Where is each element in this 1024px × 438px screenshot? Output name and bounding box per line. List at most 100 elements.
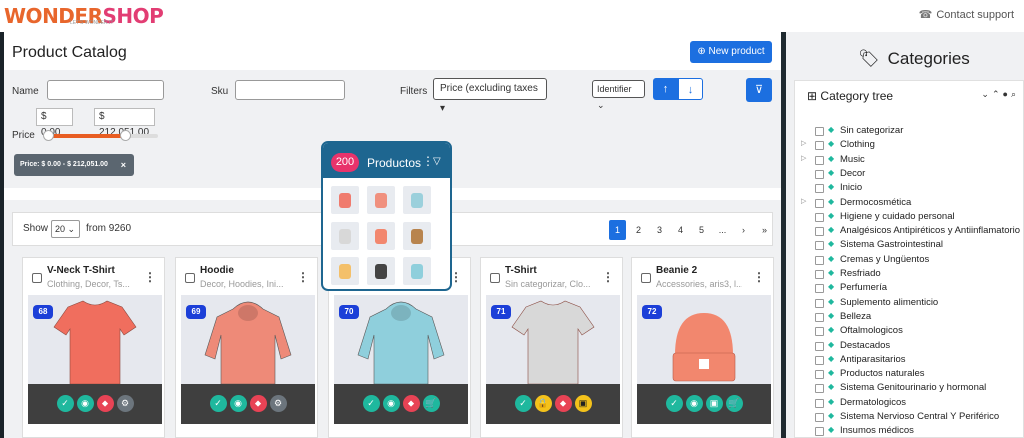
kebab-icon[interactable]: ⋮ (753, 270, 765, 284)
search-icon[interactable]: ⌕ (1011, 89, 1019, 99)
chevron-right-icon[interactable]: ▷ (801, 197, 806, 205)
tree-checkbox[interactable] (815, 384, 824, 394)
tree-item-label[interactable]: Destacados (840, 340, 890, 351)
tree-checkbox[interactable] (815, 298, 824, 308)
contact-support-link[interactable]: ☎ Contact support (919, 8, 1014, 21)
apply-filter-button[interactable]: ⊽ (746, 78, 772, 102)
check-icon[interactable]: ✓ (56, 395, 74, 412)
product-thumbnail[interactable] (331, 186, 359, 214)
check-icon[interactable]: ✓ (514, 395, 532, 412)
collapse-all-icon[interactable]: ⌄ (981, 89, 992, 99)
tree-item[interactable]: ◆ Sistema Genitourinario y hormonal (795, 382, 1024, 396)
tree-item[interactable]: ◆ Suplemento alimenticio (795, 297, 1024, 311)
new-product-button[interactable]: ⊕ New product (690, 41, 772, 63)
tree-item[interactable]: ◆ Resfriado (795, 268, 1024, 282)
tree-item[interactable]: ◆ Oftalmologicos (795, 325, 1024, 339)
tree-item[interactable]: ◆ Belleza (795, 311, 1024, 325)
check-icon[interactable]: ✓ (362, 395, 380, 412)
tree-checkbox[interactable] (815, 184, 824, 194)
product-thumbnail[interactable] (367, 222, 395, 250)
tree-checkbox[interactable] (815, 341, 824, 351)
product-checkbox[interactable] (641, 273, 651, 283)
tag-icon[interactable]: ⬥ (554, 395, 572, 412)
tree-checkbox[interactable] (815, 227, 824, 237)
name-input[interactable] (47, 80, 164, 100)
tree-item-label[interactable]: Inicio (840, 182, 862, 193)
sort-asc-button[interactable]: ↑ (653, 78, 678, 100)
tree-item-label[interactable]: Belleza (840, 311, 871, 322)
tree-checkbox[interactable] (815, 169, 824, 179)
slider-min-handle[interactable] (43, 130, 54, 141)
tree-item-label[interactable]: Perfumería (840, 282, 887, 293)
page-button[interactable]: » (756, 220, 773, 240)
tree-checkbox[interactable] (815, 327, 824, 337)
chevron-right-icon[interactable]: ▷ (801, 154, 806, 162)
product-name[interactable]: T-Shirt (505, 265, 537, 276)
slider-max-handle[interactable] (120, 130, 131, 141)
tree-item[interactable]: ▷ ◆ Clothing (795, 139, 1024, 153)
tree-item-label[interactable]: Oftalmologicos (840, 325, 903, 336)
tree-item-label[interactable]: Insumos médicos (840, 425, 914, 436)
tree-item-label[interactable]: Sistema Gastrointestinal (840, 239, 943, 250)
tag-icon[interactable]: ⬥ (402, 395, 420, 412)
page-button[interactable]: 4 (672, 220, 689, 240)
sku-input[interactable] (235, 80, 345, 100)
expand-all-icon[interactable]: ⌃ (992, 89, 1003, 99)
per-page-select[interactable]: 20 ⌄ (51, 220, 80, 238)
page-button[interactable]: 3 (651, 220, 668, 240)
chevron-right-icon[interactable]: ▷ (801, 139, 806, 147)
tree-item-label[interactable]: Clothing (840, 139, 875, 150)
eye-icon[interactable]: ◉ (76, 395, 94, 412)
tree-checkbox[interactable] (815, 212, 824, 222)
product-thumbnail[interactable] (331, 222, 359, 250)
tree-checkbox[interactable] (815, 413, 824, 422)
tree-item[interactable]: ◆ Decor (795, 168, 1024, 182)
product-checkbox[interactable] (32, 273, 42, 283)
tree-item-label[interactable]: Decor (840, 168, 865, 179)
tree-checkbox[interactable] (815, 427, 824, 437)
product-card[interactable]: V-Neck T-Shirt Clothing, Decor, Ts... ⋮ 68 ✓… (22, 257, 165, 438)
tree-checkbox[interactable] (815, 198, 824, 208)
product-thumbnail[interactable] (403, 186, 431, 214)
tree-item-label[interactable]: Productos naturales (840, 368, 925, 379)
tree-checkbox[interactable] (815, 398, 824, 408)
tree-checkbox[interactable] (815, 127, 824, 136)
tree-item-label[interactable]: Analgésicos Antipiréticos y Antiinflamat… (840, 225, 1020, 236)
tree-item[interactable]: ◆ Antiparasitarios (795, 354, 1024, 368)
tree-item-label[interactable]: Antiparasitarios (840, 354, 905, 365)
identifier-select[interactable]: Identifier ⌄ (592, 80, 645, 110)
cart-icon[interactable]: ▣ (574, 395, 592, 412)
tree-item-label[interactable]: Higiene y cuidado personal (840, 211, 955, 222)
tree-item[interactable]: ◆ Insumos médicos (795, 425, 1024, 438)
cart-icon[interactable]: 🛒 (725, 395, 743, 412)
tree-checkbox[interactable] (815, 270, 824, 279)
product-card[interactable]: Hoodie Decor, Hoodies, Ini... ⋮ 69 ✓ ◉ ⬥ ⚙ (175, 257, 318, 438)
tree-checkbox[interactable] (815, 255, 824, 265)
product-thumbnail[interactable] (367, 186, 395, 214)
tree-item-label[interactable]: Music (840, 154, 865, 165)
collapse-icon[interactable]: ▽ (433, 156, 441, 167)
cart-icon[interactable]: 🛒 (422, 395, 440, 412)
tree-item-label[interactable]: Cremas y Ungüentos (840, 254, 929, 265)
tree-item[interactable]: ◆ Sistema Nervioso Central Y Periférico (795, 411, 1024, 425)
tree-checkbox[interactable] (815, 155, 824, 165)
tree-checkbox[interactable] (815, 370, 824, 380)
page-button[interactable]: ... (714, 220, 731, 240)
tag-icon[interactable]: ▣ (705, 395, 723, 412)
tree-item[interactable]: ◆ Destacados (795, 340, 1024, 354)
page-button[interactable]: › (735, 220, 752, 240)
tree-item-label[interactable]: Dermocosmética (840, 197, 911, 208)
tree-item-label[interactable]: Suplemento alimenticio (840, 297, 938, 308)
add-category-icon[interactable]: ● (1003, 89, 1011, 99)
chip-close-icon[interactable]: × (121, 154, 126, 176)
tree-item-label[interactable]: Dermatologicos (840, 397, 906, 408)
tree-item[interactable]: ◆ Cremas y Ungüentos (795, 254, 1024, 268)
tag-icon[interactable]: ⬥ (249, 395, 267, 412)
sort-desc-button[interactable]: ↓ (678, 78, 703, 100)
product-card[interactable]: T-Shirt Sin categorizar, Clo... ⋮ 71 ✓ 🔒 ⬥ ▣ (480, 257, 623, 438)
eye-icon[interactable]: 🔒 (534, 395, 552, 412)
cart-icon[interactable]: ⚙ (116, 395, 134, 412)
page-button[interactable]: 2 (630, 220, 647, 240)
page-button[interactable]: 5 (693, 220, 710, 240)
filter-select[interactable]: Price (excluding taxes ▾ (433, 78, 547, 114)
